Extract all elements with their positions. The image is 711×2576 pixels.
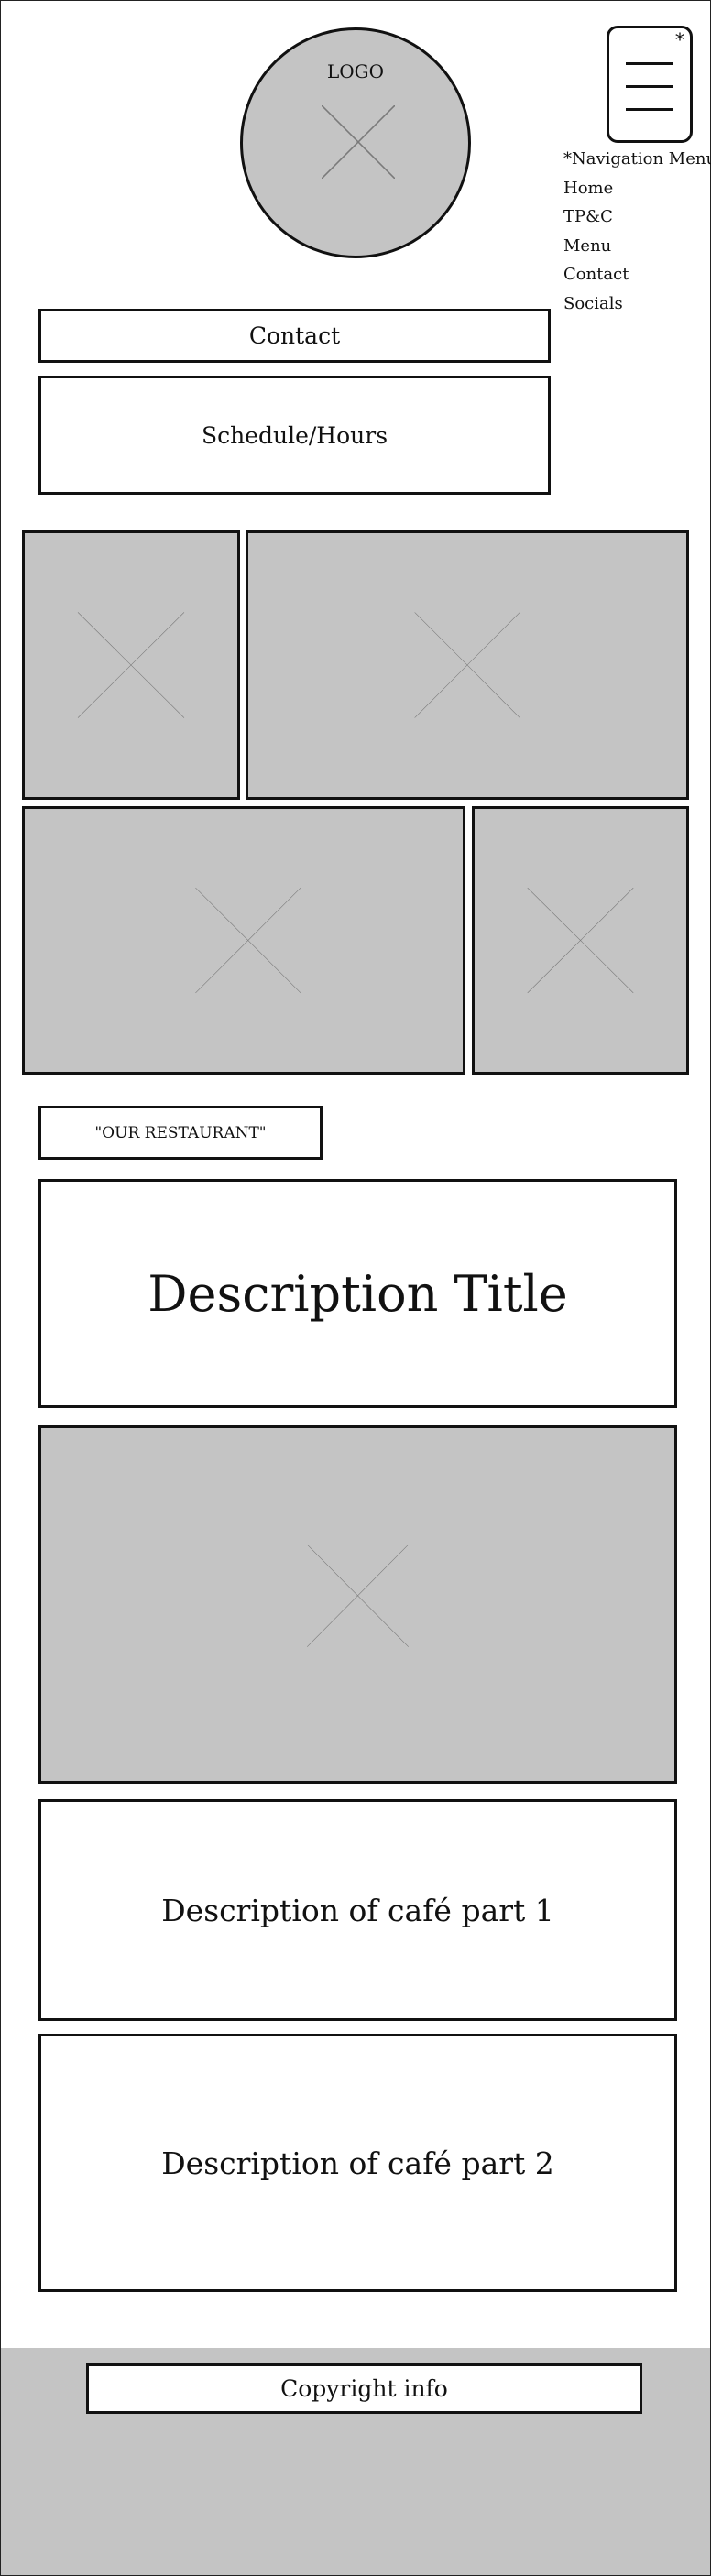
navigation-menu-heading: *Navigation Menu:: [563, 149, 711, 169]
hamburger-line-icon: [626, 62, 673, 65]
description-title-panel: Description Title: [38, 1179, 677, 1408]
description-part-2: Description of café part 2: [38, 2034, 677, 2292]
hamburger-line-icon: [626, 108, 673, 111]
gallery-image: [472, 806, 689, 1075]
copyright-box: Copyright info: [86, 2363, 642, 2414]
menu-toggle-button[interactable]: *: [607, 26, 693, 143]
hamburger-line-icon: [626, 85, 673, 88]
nav-item-home[interactable]: Home: [563, 174, 711, 203]
gallery-image: [22, 806, 465, 1075]
schedule-hours-label: Schedule/Hours: [201, 421, 388, 449]
nav-item-socials[interactable]: Socials: [563, 289, 711, 319]
our-restaurant-label: "OUR RESTAURANT": [38, 1106, 323, 1160]
our-restaurant-text: "OUR RESTAURANT": [94, 1123, 267, 1142]
gallery-image: [22, 530, 240, 800]
image-placeholder-icon: [248, 533, 686, 797]
contact-button[interactable]: Contact: [38, 309, 551, 363]
image-placeholder-icon: [322, 105, 395, 179]
image-placeholder-icon: [41, 1428, 674, 1781]
schedule-hours-panel: Schedule/Hours: [38, 376, 551, 495]
image-placeholder-icon: [25, 533, 237, 797]
description-part-2-text: Description of café part 2: [161, 2145, 554, 2181]
gallery-image: [246, 530, 689, 800]
copyright-text: Copyright info: [280, 2375, 448, 2402]
nav-item-tpc[interactable]: TP&C: [563, 202, 711, 232]
description-title: Description Title: [148, 1264, 568, 1323]
contact-label: Contact: [248, 322, 341, 349]
menu-toggle-marker: *: [675, 28, 684, 50]
cafe-image: [38, 1425, 677, 1784]
logo-text: LOGO: [326, 60, 385, 82]
nav-item-menu[interactable]: Menu: [563, 232, 711, 261]
image-placeholder-icon: [475, 809, 686, 1072]
nav-item-contact[interactable]: Contact: [563, 260, 711, 289]
logo[interactable]: LOGO: [240, 27, 471, 258]
description-part-1-text: Description of café part 1: [161, 1892, 554, 1928]
description-part-1: Description of café part 1: [38, 1799, 677, 2021]
image-placeholder-icon: [25, 809, 463, 1072]
navigation-menu: *Navigation Menu: Home TP&C Menu Contact…: [563, 145, 711, 318]
